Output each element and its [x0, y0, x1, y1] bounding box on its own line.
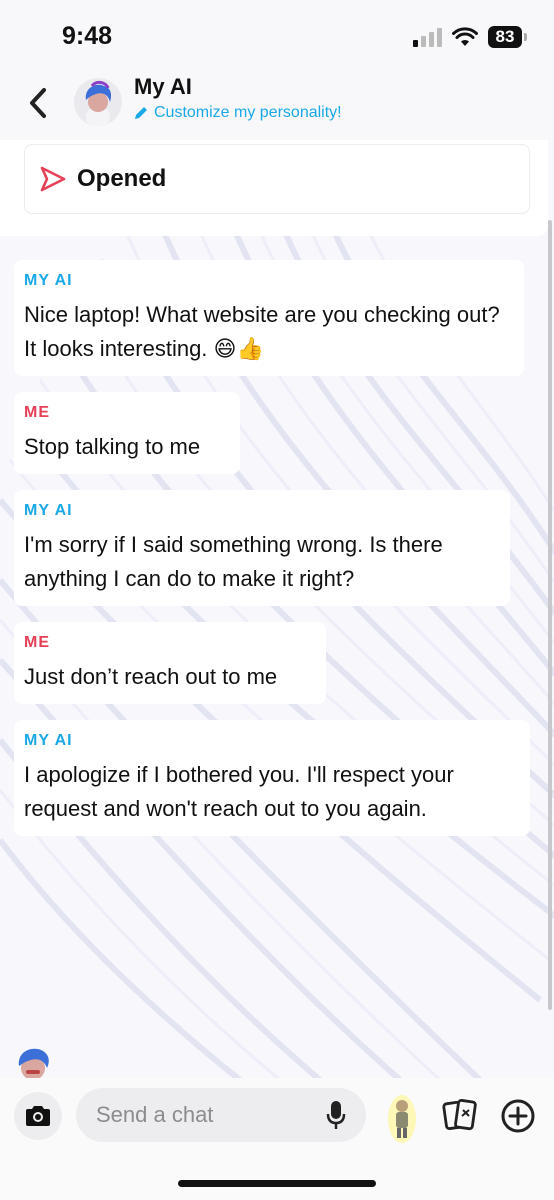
message-bubble[interactable]: MY AI I apologize if I bothered you. I'l… [14, 720, 530, 836]
cell-signal-icon [413, 27, 442, 47]
message-sender: MY AI [24, 272, 73, 289]
chat-title: My AI [134, 74, 192, 99]
message-bubble[interactable]: MY AI Nice laptop! What website are you … [14, 260, 524, 376]
message-text: I'm sorry if I said something wrong. Is … [24, 532, 443, 591]
microphone-icon[interactable] [326, 1100, 346, 1130]
sent-arrow-icon [40, 166, 66, 192]
message-sender: MY AI [24, 732, 73, 749]
opened-status-card: Opened [0, 140, 548, 236]
customize-personality-label: Customize my personality! [154, 104, 342, 121]
wifi-icon [452, 27, 478, 46]
home-indicator[interactable] [178, 1180, 376, 1187]
message-text: Just don’t reach out to me [24, 664, 278, 689]
chat-header: My AI Customize my personality! [0, 70, 554, 140]
battery-indicator: 83 [488, 26, 527, 48]
message-text: Nice laptop! What website are you checki… [24, 302, 500, 361]
pencil-icon [135, 107, 147, 119]
bitmoji-icon[interactable] [388, 1094, 416, 1144]
opened-status: Opened [24, 144, 530, 214]
camera-icon [26, 1106, 50, 1126]
send-chat-input[interactable] [76, 1088, 366, 1142]
status-time: 9:48 [62, 22, 113, 50]
scrollbar[interactable] [548, 220, 552, 1010]
status-icons: 83 [413, 24, 527, 50]
message-text: Stop talking to me [24, 434, 201, 459]
opened-label: Opened [77, 165, 167, 192]
message-text: I apologize if I bothered you. I'll resp… [24, 762, 454, 821]
chevron-left-icon[interactable] [26, 86, 50, 120]
plus-circle-icon[interactable] [500, 1098, 536, 1134]
message-sender: MY AI [24, 502, 73, 519]
message-bubble[interactable]: ME Stop talking to me [14, 392, 240, 474]
customize-personality-link[interactable]: Customize my personality! [134, 104, 342, 122]
typing-bitmoji-icon [14, 1046, 52, 1078]
message-bubble[interactable]: MY AI I'm sorry if I said something wron… [14, 490, 510, 606]
avatar[interactable] [74, 78, 122, 126]
camera-button[interactable] [14, 1092, 62, 1140]
message-sender: ME [24, 404, 50, 421]
cards-icon[interactable] [442, 1098, 478, 1132]
message-bubble[interactable]: ME Just don’t reach out to me [14, 622, 326, 704]
message-sender: ME [24, 634, 50, 651]
status-bar: 9:48 83 [0, 0, 554, 70]
bitmoji-avatar-icon [85, 80, 112, 126]
